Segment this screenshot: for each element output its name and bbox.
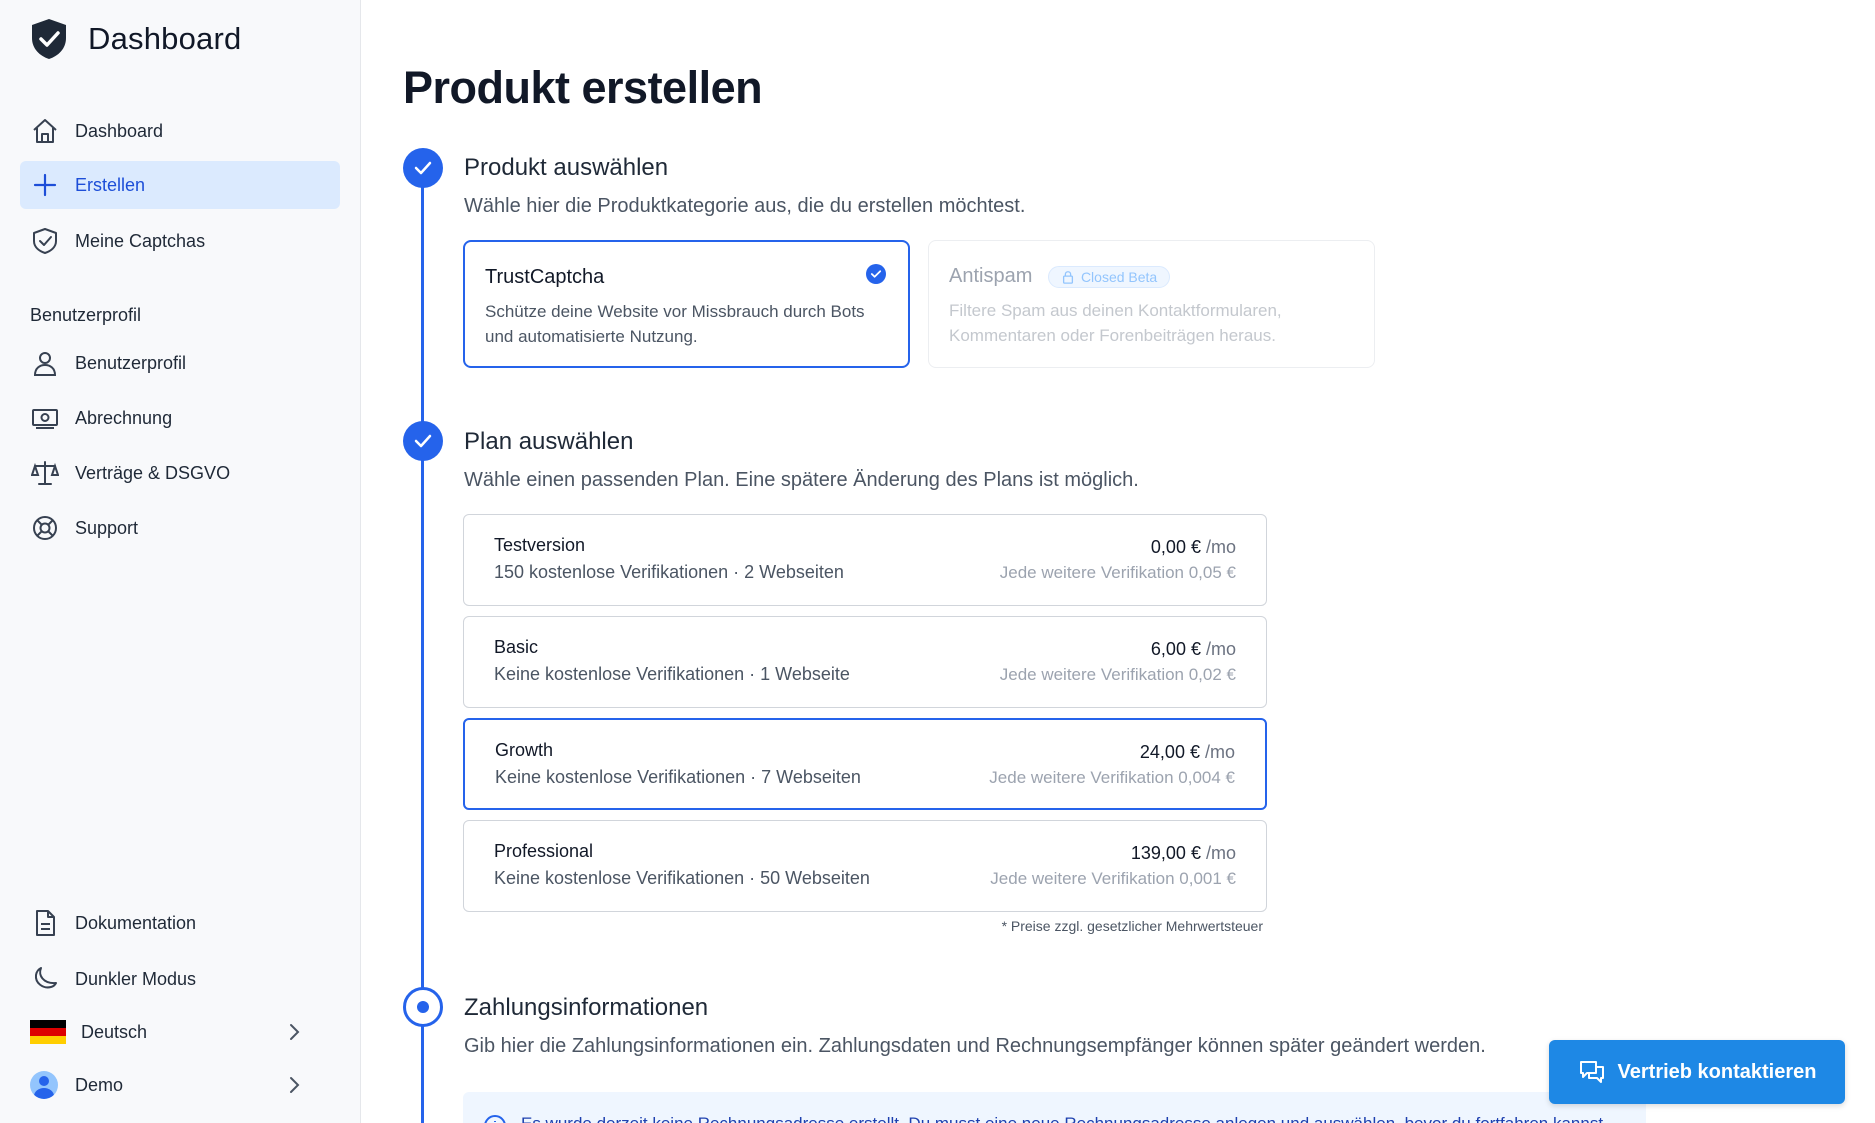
price-amount: 24,00 € bbox=[1139, 742, 1200, 762]
price-period: /mo bbox=[1205, 537, 1236, 557]
chevron-right-icon bbox=[290, 1024, 300, 1040]
plan-card-testversion[interactable]: Testversion 150 kostenlose Verifikatione… bbox=[463, 514, 1267, 606]
contact-sales-label: Vertrieb kontaktieren bbox=[1617, 1060, 1817, 1083]
nav-item-dokumentation[interactable]: Dokumentation bbox=[20, 899, 340, 947]
step-3-description: Gib hier die Zahlungsinformationen ein. … bbox=[464, 1035, 1486, 1057]
product-title-text: Antispam bbox=[949, 265, 1033, 287]
avatar bbox=[30, 1071, 58, 1099]
vat-note: * Preise zzgl. gesetzlicher Mehrwertsteu… bbox=[1001, 918, 1263, 934]
chat-bubbles-icon bbox=[1579, 1061, 1604, 1083]
plus-icon bbox=[30, 170, 60, 200]
product-card-antispam: Antispam Closed Beta Filtere Spam aus de… bbox=[928, 240, 1375, 368]
step-1-title: Produkt auswählen bbox=[464, 154, 669, 181]
price-amount: 0,00 € bbox=[1150, 537, 1201, 557]
banknote-icon bbox=[30, 403, 60, 433]
section-label-benutzerprofil: Benutzerprofil bbox=[30, 305, 142, 325]
badge-label: Closed Beta bbox=[1080, 268, 1158, 285]
language-selector[interactable]: Deutsch bbox=[20, 1008, 340, 1056]
nav-item-label: Verträge & DSGVO bbox=[75, 462, 231, 483]
shield-check-icon bbox=[32, 19, 66, 59]
home-icon bbox=[30, 116, 60, 146]
product-title: Antispam Closed Beta bbox=[949, 265, 1354, 288]
price-amount: 139,00 € bbox=[1130, 843, 1201, 863]
lock-icon bbox=[1062, 270, 1073, 284]
user-icon bbox=[30, 348, 60, 378]
contact-sales-button[interactable]: Vertrieb kontaktieren bbox=[1549, 1040, 1845, 1104]
product-card-trustcaptcha[interactable]: TrustCaptcha Schütze deine Website vor M… bbox=[463, 240, 910, 368]
nav-item-label: Dashboard bbox=[75, 120, 164, 141]
plan-extra-cost: Jede weitere Verifikation 0,001 € bbox=[990, 869, 1236, 888]
page-title: Produkt erstellen bbox=[403, 62, 763, 113]
product-description: Filtere Spam aus deinen Kontaktformulare… bbox=[949, 301, 1282, 345]
nav-item-erstellen[interactable]: Erstellen bbox=[20, 161, 340, 209]
nav-item-label: Support bbox=[75, 517, 139, 538]
nav-item-vertraege-dsgvo[interactable]: Verträge & DSGVO bbox=[20, 449, 340, 497]
plan-name: Professional bbox=[494, 841, 594, 861]
nav-item-abrechnung[interactable]: Abrechnung bbox=[20, 394, 340, 442]
plan-name: Growth bbox=[495, 740, 554, 760]
shield-check-outline-icon bbox=[30, 226, 60, 256]
plan-name: Testversion bbox=[494, 535, 586, 555]
plan-card-professional[interactable]: Professional Keine kostenlose Verifikati… bbox=[463, 820, 1267, 912]
plan-price: 0,00 € /mo bbox=[1151, 537, 1236, 558]
selected-check-icon bbox=[866, 264, 886, 284]
plan-card-growth[interactable]: Growth Keine kostenlose Verifikationen ·… bbox=[463, 718, 1267, 810]
chevron-right-icon bbox=[290, 1077, 300, 1093]
nav-item-label: Erstellen bbox=[75, 174, 146, 195]
info-alert: Es wurde derzeit keine Rechnungsadresse … bbox=[463, 1092, 1646, 1123]
nav-item-benutzerprofil[interactable]: Benutzerprofil bbox=[20, 339, 340, 387]
product-description: Schütze deine Website vor Missbrauch dur… bbox=[485, 302, 865, 346]
product-title: TrustCaptcha bbox=[485, 266, 605, 288]
german-flag-icon bbox=[30, 1020, 66, 1044]
nav-item-support[interactable]: Support bbox=[20, 504, 340, 552]
nav-item-label: Meine Captchas bbox=[75, 230, 206, 251]
document-icon bbox=[30, 908, 60, 938]
step-1-description: Wähle hier die Produktkategorie aus, die… bbox=[464, 195, 1026, 217]
info-text: Es wurde derzeit keine Rechnungsadresse … bbox=[521, 1114, 1608, 1123]
plan-extra-cost: Jede weitere Verifikation 0,02 € bbox=[999, 665, 1236, 684]
closed-beta-badge: Closed Beta bbox=[1047, 265, 1171, 288]
nav-item-dark-mode[interactable]: Dunkler Modus bbox=[20, 955, 340, 1003]
plan-price: 139,00 € /mo bbox=[1131, 843, 1236, 864]
plan-extra-cost: Jede weitere Verifikation 0,004 € bbox=[989, 768, 1235, 787]
lifebuoy-icon bbox=[30, 513, 60, 543]
plan-extra-cost: Jede weitere Verifikation 0,05 € bbox=[999, 563, 1236, 582]
brand[interactable]: Dashboard bbox=[30, 18, 241, 60]
nav-item-dashboard[interactable]: Dashboard bbox=[20, 107, 340, 155]
brand-title: Dashboard bbox=[88, 21, 242, 56]
plan-card-basic[interactable]: Basic Keine kostenlose Verifikationen · … bbox=[463, 616, 1267, 708]
user-menu[interactable]: Demo bbox=[20, 1061, 340, 1109]
scale-icon bbox=[30, 458, 60, 488]
nav-item-meine-captchas[interactable]: Meine Captchas bbox=[20, 217, 340, 265]
step-1-complete-icon bbox=[403, 148, 443, 188]
timeline-line bbox=[421, 168, 424, 1123]
nav-item-label: Dokumentation bbox=[75, 912, 197, 933]
plan-price: 24,00 € /mo bbox=[1140, 742, 1235, 763]
price-period: /mo bbox=[1204, 742, 1235, 762]
price-amount: 6,00 € bbox=[1150, 639, 1201, 659]
nav-item-label: Abrechnung bbox=[75, 407, 173, 428]
step-3-current-icon bbox=[403, 987, 443, 1027]
user-name: Demo bbox=[75, 1074, 124, 1095]
step-3-title: Zahlungsinformationen bbox=[464, 994, 709, 1021]
main-content: Produkt erstellen Produkt auswählen Wähl… bbox=[361, 0, 1875, 1123]
nav-item-label: Benutzerprofil bbox=[75, 352, 187, 373]
price-period: /mo bbox=[1205, 639, 1236, 659]
info-icon bbox=[484, 1115, 506, 1123]
price-period: /mo bbox=[1205, 843, 1236, 863]
plan-price: 6,00 € /mo bbox=[1151, 639, 1236, 660]
step-2-description: Wähle einen passenden Plan. Eine spätere… bbox=[464, 469, 1139, 491]
plan-name: Basic bbox=[494, 637, 539, 657]
moon-icon bbox=[30, 964, 60, 994]
step-2-title: Plan auswählen bbox=[464, 428, 634, 455]
step-2-complete-icon bbox=[403, 421, 443, 461]
sidebar: Dashboard Dashboard Erstellen Meine Capt… bbox=[0, 0, 361, 1123]
nav-item-label: Dunkler Modus bbox=[75, 968, 197, 989]
language-label: Deutsch bbox=[81, 1021, 148, 1042]
